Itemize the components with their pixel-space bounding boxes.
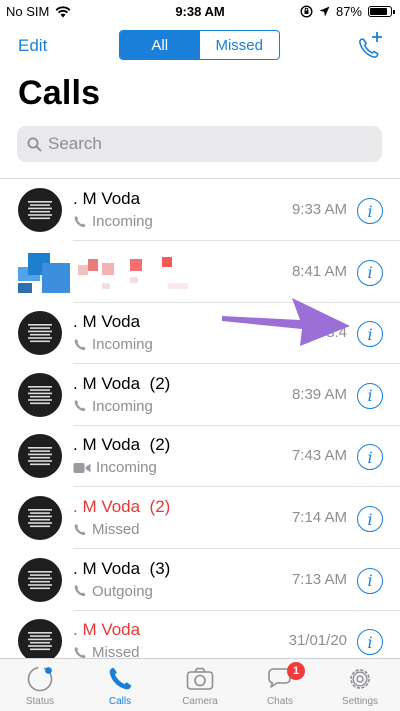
tab-settings-label: Settings [341,696,379,707]
call-row[interactable]: . M Voda (2) Incoming 8:39 AM i [0,364,400,426]
tab-camera[interactable]: Camera [160,659,240,711]
page-title: Calls [18,74,101,112]
search-icon [27,137,42,151]
quote-text-icon [28,509,52,528]
avatar [18,188,62,232]
filter-segmented-control: All Missed [119,30,280,60]
gear-icon [350,669,370,689]
contact-name: . M Voda [73,312,141,332]
phone-icon [74,400,86,412]
call-time: 31/01/20 [288,632,347,650]
status-icon [27,666,53,692]
tab-settings[interactable]: Settings [320,659,400,711]
avatar [18,434,62,479]
info-icon[interactable]: i [357,506,383,532]
call-type: Incoming [73,336,153,353]
obscured-contact [18,252,188,293]
navigation-bar: Edit All Missed [0,28,400,64]
call-type-label: Incoming [92,336,153,354]
call-row[interactable]: . M Voda (3) Outgoing 7:13 AM i [0,549,400,611]
info-icon[interactable]: i [357,444,383,471]
search-bar[interactable]: Search [17,126,382,162]
call-time: 8:41 AM [291,262,347,280]
annotation-arrow-icon [222,298,350,346]
call-type: Incoming [73,213,153,230]
search-placeholder: Search [48,134,102,153]
phone-plus-icon [359,32,382,58]
tab-status[interactable]: Status [0,659,80,711]
call-type-label: Outgoing [92,582,153,600]
quote-text-icon [28,324,52,343]
phone-icon [74,338,86,350]
video-icon [73,462,91,473]
info-icon[interactable]: i [357,629,383,656]
info-icon[interactable]: i [357,567,383,594]
tab-camera-label: Camera [182,696,218,707]
avatar [18,311,62,356]
call-type-label: Incoming [96,459,157,477]
call-time: 9:33 AM [291,201,347,218]
battery-percent: 87% [335,4,362,19]
location-icon [319,6,330,17]
quote-text-icon [28,570,52,589]
unread-badge: 1 [287,662,305,680]
call-type-label: Missed [92,521,140,538]
contact-name: . M Voda (2) [73,497,171,516]
tab-calls[interactable]: Calls [80,659,160,711]
call-type-label: Incoming [92,397,153,415]
info-icon[interactable]: i [357,321,383,348]
call-row[interactable]: . M Voda (2) Missed 7:14 AM i [0,487,400,549]
quote-text-icon [28,201,52,220]
call-type-label: Incoming [92,213,153,230]
quote-text-icon [28,632,52,651]
edit-button[interactable]: Edit [18,36,47,56]
quote-text-icon [28,385,52,404]
tab-calls-label: Calls [108,696,132,707]
new-call-button[interactable] [356,30,384,60]
tab-chats-label: Chats [266,696,294,707]
contact-name: . M Voda [73,189,141,208]
contact-name: . M Voda [73,620,141,640]
phone-icon [109,667,132,690]
call-type: Outgoing [73,583,153,600]
phone-icon [74,523,86,535]
call-time: 8:39 AM [291,385,347,403]
phone-icon [74,585,86,597]
call-time: 7:14 AM [291,509,347,526]
info-icon[interactable]: i [357,198,383,224]
avatar [18,496,62,540]
contact-name: . M Voda (3) [73,558,171,578]
segment-missed[interactable]: Missed [200,31,280,59]
tab-chats[interactable]: 1 Chats [240,659,320,711]
rotation-lock-icon [300,5,313,18]
call-type: Incoming [73,459,157,476]
status-right: 87% [300,4,395,19]
status-bar: No SIM 9:38 AM 87% [0,0,400,24]
contact-name: . M Voda (2) [73,373,171,393]
segment-all[interactable]: All [120,31,200,59]
avatar [18,619,62,664]
contact-name: . M Voda (2) [73,435,171,455]
phone-icon [74,215,86,227]
call-time: 7:43 AM [291,447,347,465]
info-icon[interactable]: i [357,259,383,286]
camera-icon [186,667,214,690]
tab-status-label: Status [25,696,55,707]
call-type: Missed [73,521,140,538]
avatar [18,372,62,417]
call-row[interactable]: . M Voda (2) Incoming 7:43 AM i [0,425,400,488]
tab-bar: Status Calls Camera 1 Chats Settings [0,658,400,711]
call-row[interactable]: . M Voda Incoming 9:33 AM i [0,179,400,241]
battery-icon [368,6,395,17]
info-icon[interactable]: i [357,382,383,409]
avatar [18,557,62,602]
call-row[interactable]: 8:41 AM i [0,241,400,303]
quote-text-icon [28,447,52,466]
call-time: 7:13 AM [291,570,347,588]
call-type: Incoming [73,398,153,415]
